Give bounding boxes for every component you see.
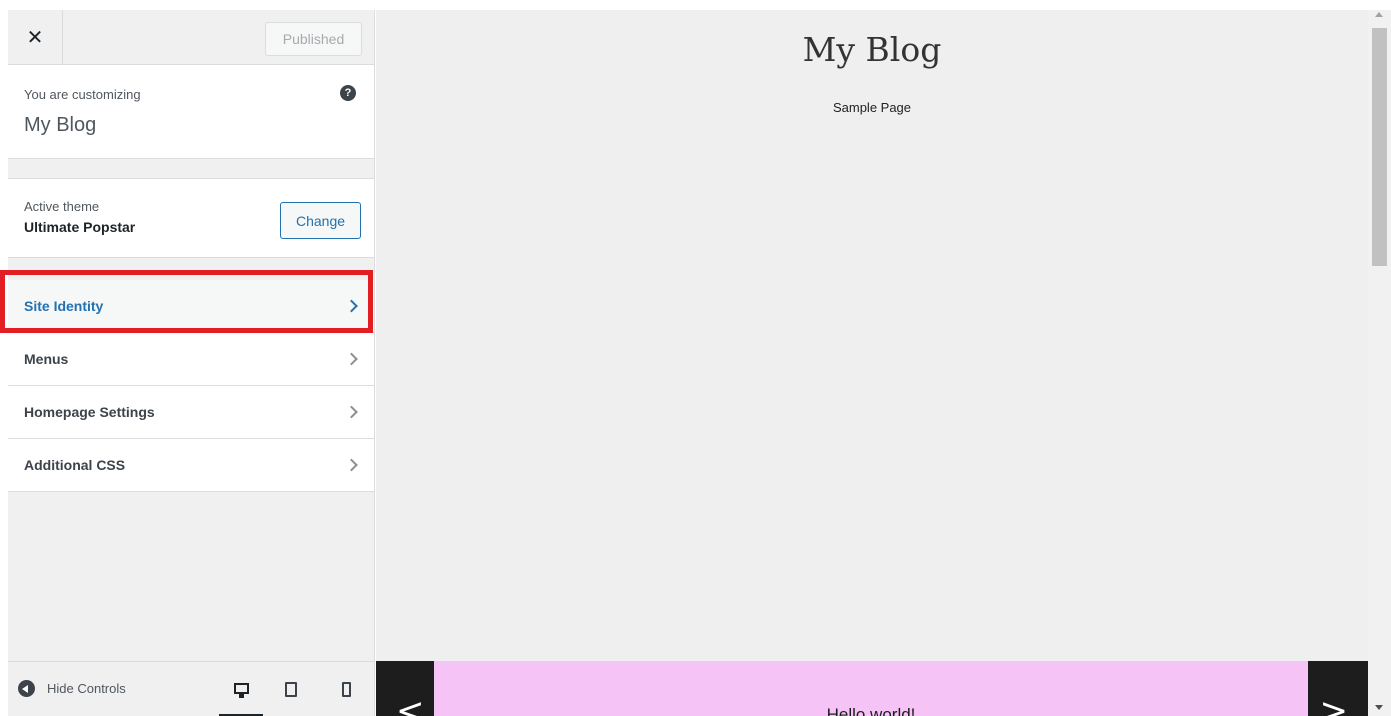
chevron-right-icon	[345, 458, 358, 472]
section-label: Site Identity	[24, 298, 104, 314]
section-label: Additional CSS	[24, 457, 126, 473]
preview-slider: < Hello world! >	[376, 661, 1368, 716]
slider-next-button[interactable]: >	[1320, 691, 1349, 716]
section-label: Homepage Settings	[24, 404, 155, 420]
customizing-label: You are customizing	[24, 87, 141, 102]
slide: Hello world!	[434, 661, 1308, 716]
chevron-right-icon	[345, 299, 358, 313]
customizer-header: ✕ Published	[8, 10, 374, 65]
chevron-right-icon	[345, 352, 358, 366]
customizing-site-name: My Blog	[24, 114, 97, 136]
close-customizer-button[interactable]: ✕	[8, 10, 63, 64]
section-additional-css[interactable]: Additional CSS	[8, 439, 374, 492]
section-menus[interactable]: Menus	[8, 333, 374, 386]
change-theme-button[interactable]: Change	[280, 202, 361, 239]
preview-tablet-button[interactable]	[269, 662, 313, 716]
preview-mobile-button[interactable]	[324, 662, 368, 716]
customizer-footer: Hide Controls	[8, 661, 374, 716]
scroll-up-arrow-icon[interactable]	[1375, 12, 1383, 17]
scroll-thumb[interactable]	[1372, 28, 1387, 266]
customizing-info: You are customizing My Blog ?	[8, 65, 374, 159]
slider-prev-button[interactable]: <	[396, 691, 425, 716]
active-theme-name: Ultimate Popstar	[24, 219, 136, 235]
customizer-sections: Site Identity Menus Homepage Settings Ad…	[8, 280, 374, 492]
chevron-right-icon	[345, 405, 358, 419]
customizer-sidebar: ✕ Published You are customizing My Blog …	[8, 10, 375, 716]
active-theme-label: Active theme	[24, 199, 100, 214]
collapse-arrow-icon	[18, 680, 35, 697]
hide-controls-label: Hide Controls	[47, 681, 126, 696]
published-button[interactable]: Published	[265, 22, 362, 56]
hide-controls-button[interactable]: Hide Controls	[18, 680, 126, 697]
section-label: Menus	[24, 351, 69, 367]
preview-site-title[interactable]: My Blog	[376, 30, 1368, 69]
preview-nav-link[interactable]: Sample Page	[376, 100, 1368, 115]
section-site-identity[interactable]: Site Identity	[8, 280, 374, 333]
preview-scrollbar[interactable]	[1368, 10, 1391, 716]
slide-title[interactable]: Hello world!	[827, 705, 916, 716]
desktop-icon	[233, 682, 249, 698]
preview-desktop-button[interactable]	[219, 662, 263, 716]
active-theme-panel: Active theme Ultimate Popstar Change	[8, 178, 374, 258]
tablet-icon	[285, 682, 297, 697]
scroll-down-arrow-icon[interactable]	[1375, 705, 1383, 710]
section-homepage-settings[interactable]: Homepage Settings	[8, 386, 374, 439]
mobile-icon	[341, 682, 351, 697]
help-icon[interactable]: ?	[340, 85, 356, 101]
site-preview: My Blog Sample Page < Hello world! >	[376, 10, 1368, 716]
